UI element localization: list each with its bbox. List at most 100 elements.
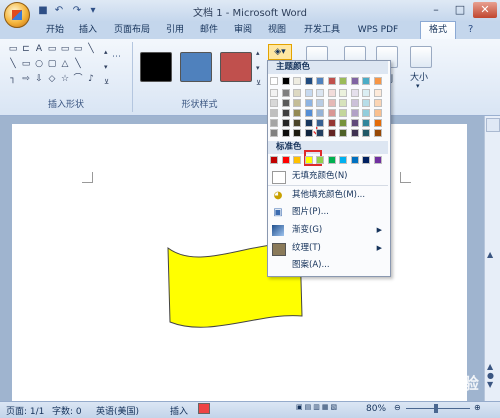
theme-color-swatch[interactable] — [270, 119, 278, 127]
theme-color-swatch[interactable] — [327, 119, 336, 127]
theme-color-swatch[interactable] — [281, 109, 290, 117]
theme-color-swatch[interactable] — [316, 129, 324, 137]
styles-scroll[interactable]: ▴ ▾ ⊻ — [256, 46, 264, 94]
shape-icon[interactable]: ⊏ — [21, 45, 31, 54]
theme-color-swatch[interactable] — [316, 119, 324, 127]
theme-color-swatch[interactable] — [339, 77, 347, 85]
triangle-icon[interactable]: △ — [60, 60, 70, 69]
theme-color-swatch[interactable] — [316, 99, 324, 107]
size-dropdown-icon[interactable]: ▾ — [416, 82, 420, 90]
tab-wps-pdf[interactable]: WPS PDF — [352, 22, 404, 39]
tab-home[interactable]: 开始 — [40, 22, 70, 39]
theme-color-swatch[interactable] — [350, 89, 359, 97]
shape-icon[interactable]: ▭ — [60, 45, 70, 54]
theme-color-swatch[interactable] — [350, 109, 359, 117]
texture-item[interactable]: 纹理(T) ▶ — [268, 240, 388, 257]
theme-color-swatch[interactable] — [350, 77, 359, 85]
fill-color-button[interactable]: ◈▾ — [268, 44, 292, 60]
theme-color-swatch[interactable] — [362, 109, 370, 117]
standard-color-swatch[interactable] — [373, 156, 382, 164]
picture-fill-item[interactable]: ▣ 图片(P)... — [268, 204, 388, 221]
theme-color-swatch[interactable] — [293, 129, 301, 137]
theme-color-swatch[interactable] — [373, 99, 382, 107]
view-buttons[interactable]: ▣▤▥▦▧ — [296, 403, 366, 413]
theme-color-swatch[interactable] — [304, 129, 313, 137]
theme-color-swatch[interactable] — [270, 77, 278, 85]
edit-points-icon[interactable]: ⋯ — [112, 52, 121, 62]
theme-color-swatch[interactable] — [350, 119, 359, 127]
star-icon[interactable]: ☆ — [60, 75, 70, 84]
macro-icon[interactable] — [198, 403, 210, 414]
tab-developer[interactable]: 开发工具 — [298, 22, 346, 39]
shape-icon[interactable]: ▭ — [73, 45, 83, 54]
insert-mode[interactable]: 插入 — [170, 404, 188, 417]
theme-color-swatch[interactable] — [362, 99, 370, 107]
theme-color-swatch[interactable] — [304, 89, 313, 97]
theme-color-swatch[interactable] — [373, 119, 382, 127]
tab-review[interactable]: 审阅 — [228, 22, 258, 39]
theme-color-swatch[interactable] — [316, 109, 324, 117]
page-nav-icons[interactable]: ▲ ● ▼ — [487, 362, 494, 389]
theme-color-swatch[interactable] — [270, 129, 278, 137]
tab-format[interactable]: 格式 — [420, 21, 456, 40]
theme-color-swatch[interactable] — [327, 109, 336, 117]
theme-color-swatch[interactable] — [327, 77, 336, 85]
tab-insert[interactable]: 插入 — [73, 22, 103, 39]
theme-color-swatch[interactable] — [270, 109, 278, 117]
theme-color-swatch[interactable] — [281, 89, 290, 97]
style-swatch-blue[interactable] — [180, 52, 212, 82]
arrow-icon[interactable]: ⇨ — [21, 75, 31, 84]
theme-color-swatch[interactable] — [339, 99, 347, 107]
standard-color-swatch[interactable] — [350, 156, 359, 164]
line-icon[interactable]: ╲ — [86, 45, 96, 54]
no-fill-item[interactable]: 无填充颜色(N) — [268, 168, 388, 185]
theme-color-swatch[interactable] — [270, 99, 278, 107]
theme-color-swatch[interactable] — [362, 119, 370, 127]
theme-color-swatch[interactable] — [293, 109, 301, 117]
theme-color-swatch[interactable] — [304, 99, 313, 107]
theme-color-swatch[interactable] — [304, 119, 313, 127]
theme-color-swatch[interactable] — [293, 119, 301, 127]
theme-color-swatch[interactable] — [373, 109, 382, 117]
theme-color-swatch[interactable] — [350, 129, 359, 137]
curve-icon[interactable]: ⌒ — [73, 75, 83, 84]
shape-icon[interactable]: A — [34, 45, 44, 54]
close-button[interactable]: ✕ — [473, 2, 497, 18]
zoom-level[interactable]: 80% — [366, 404, 386, 414]
theme-color-swatch[interactable] — [373, 89, 382, 97]
theme-color-swatch[interactable] — [293, 77, 301, 85]
line-icon[interactable]: ╲ — [8, 60, 18, 69]
shapes-gallery[interactable]: ▭ ⊏ A ▭ ▭ ▭ ╲ ╲ ▭ ○ ▢ △ ╲ ┐ ⇨ ⇩ ◇ ☆ ⌒ ♪ — [8, 45, 104, 95]
theme-color-swatch[interactable] — [373, 129, 382, 137]
ruler-toggle[interactable] — [486, 118, 500, 132]
theme-color-swatch[interactable] — [270, 89, 278, 97]
style-swatch-black[interactable] — [140, 52, 172, 82]
minimize-button[interactable]: – — [424, 2, 448, 18]
theme-color-swatch[interactable] — [281, 129, 290, 137]
theme-color-swatch[interactable] — [350, 99, 359, 107]
arrow-icon[interactable]: ⇩ — [34, 75, 44, 84]
theme-color-swatch[interactable] — [327, 89, 336, 97]
tab-mailings[interactable]: 邮件 — [194, 22, 224, 39]
theme-color-swatch[interactable] — [362, 77, 370, 85]
theme-color-swatch[interactable] — [304, 77, 313, 85]
more-colors-item[interactable]: ◕ 其他填充颜色(M)... — [268, 187, 388, 204]
style-swatch-red[interactable] — [220, 52, 252, 82]
standard-color-swatch[interactable] — [362, 156, 370, 164]
theme-color-swatch[interactable] — [339, 119, 347, 127]
size-icon[interactable] — [410, 46, 432, 68]
theme-color-swatch[interactable] — [373, 77, 382, 85]
language-indicator[interactable]: 英语(美国) — [96, 404, 139, 417]
help-icon[interactable]: ? — [468, 24, 473, 35]
scroll-up-icon[interactable]: ▲ — [487, 250, 493, 259]
shape-icon[interactable]: ▭ — [47, 45, 57, 54]
theme-color-swatch[interactable] — [362, 89, 370, 97]
maximize-button[interactable]: □ — [448, 2, 472, 18]
theme-color-swatch[interactable] — [304, 109, 313, 117]
tab-view[interactable]: 视图 — [262, 22, 292, 39]
theme-color-swatch[interactable] — [327, 99, 336, 107]
rectangle-icon[interactable]: ▭ — [21, 60, 31, 69]
theme-color-swatch[interactable] — [281, 99, 290, 107]
rounded-rect-icon[interactable]: ▢ — [47, 60, 57, 69]
gradient-item[interactable]: 渐变(G) ▶ — [268, 222, 388, 239]
